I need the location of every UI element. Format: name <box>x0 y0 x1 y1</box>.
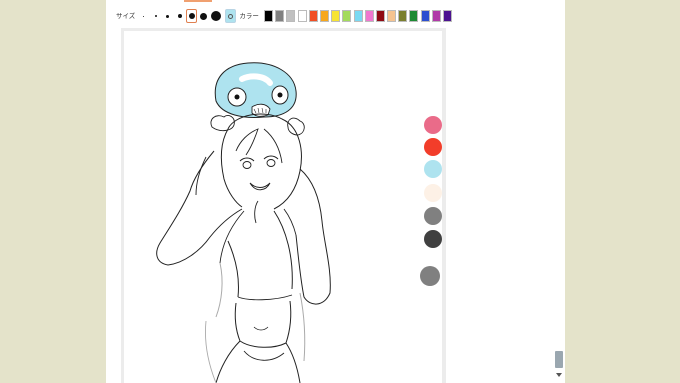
color-swatch[interactable] <box>264 10 273 22</box>
brush-size-dot <box>210 11 221 21</box>
vertical-scrollbar[interactable] <box>553 0 565 383</box>
color-swatch[interactable] <box>286 10 296 22</box>
brush-size-button[interactable] <box>150 9 161 23</box>
brush-size-button[interactable] <box>162 9 173 23</box>
brush-size-dot <box>166 14 170 18</box>
scroll-down-arrow-icon[interactable] <box>555 371 563 379</box>
brush-size-button[interactable] <box>186 9 198 23</box>
brush-size-button[interactable] <box>210 9 221 23</box>
color-swatch[interactable] <box>443 10 452 22</box>
toolbar: サイズ カラー <box>116 8 452 24</box>
color-swatch-group <box>262 10 452 22</box>
brush-size-button[interactable] <box>174 9 185 23</box>
size-label: サイズ <box>116 12 136 20</box>
color-swatch[interactable] <box>319 10 329 22</box>
color-swatch[interactable] <box>387 10 397 22</box>
current-color-indicator[interactable] <box>225 9 237 23</box>
canvas-frame <box>121 28 446 383</box>
palette-color-dot[interactable] <box>424 116 442 134</box>
color-swatch[interactable] <box>398 10 408 22</box>
active-tab-indicator <box>184 0 212 2</box>
brush-size-button[interactable] <box>138 9 149 23</box>
current-color-dot <box>228 13 234 19</box>
brush-size-dot <box>177 14 182 18</box>
palette-color-dot[interactable] <box>424 230 442 248</box>
palette-color-dot[interactable] <box>424 160 442 178</box>
color-swatch[interactable] <box>431 10 441 22</box>
color-swatch[interactable] <box>331 10 341 22</box>
palette-color-dot[interactable] <box>420 266 440 286</box>
color-swatch[interactable] <box>409 10 419 22</box>
palette-color-dot[interactable] <box>424 138 442 156</box>
brush-size-group <box>137 9 221 23</box>
color-label: カラー <box>239 12 259 20</box>
drawing-canvas[interactable] <box>124 31 442 383</box>
brush-size-dot <box>188 13 195 19</box>
color-swatch[interactable] <box>308 10 318 22</box>
brush-size-dot <box>200 12 208 20</box>
color-swatch[interactable] <box>364 10 374 22</box>
color-swatch[interactable] <box>375 10 385 22</box>
color-swatch[interactable] <box>275 10 285 22</box>
color-swatch[interactable] <box>342 10 352 22</box>
brush-size-dot <box>154 15 157 17</box>
sketch-drawing <box>156 62 331 383</box>
palette-color-dot[interactable] <box>424 184 442 202</box>
palette-color-dot[interactable] <box>424 207 442 225</box>
color-swatch[interactable] <box>297 10 307 22</box>
color-swatch[interactable] <box>353 10 363 22</box>
brush-size-button[interactable] <box>198 9 209 23</box>
scrollbar-thumb[interactable] <box>555 351 563 368</box>
brush-size-dot <box>143 15 145 17</box>
color-swatch[interactable] <box>420 10 430 22</box>
drawing-app-page: サイズ カラー <box>106 0 565 383</box>
